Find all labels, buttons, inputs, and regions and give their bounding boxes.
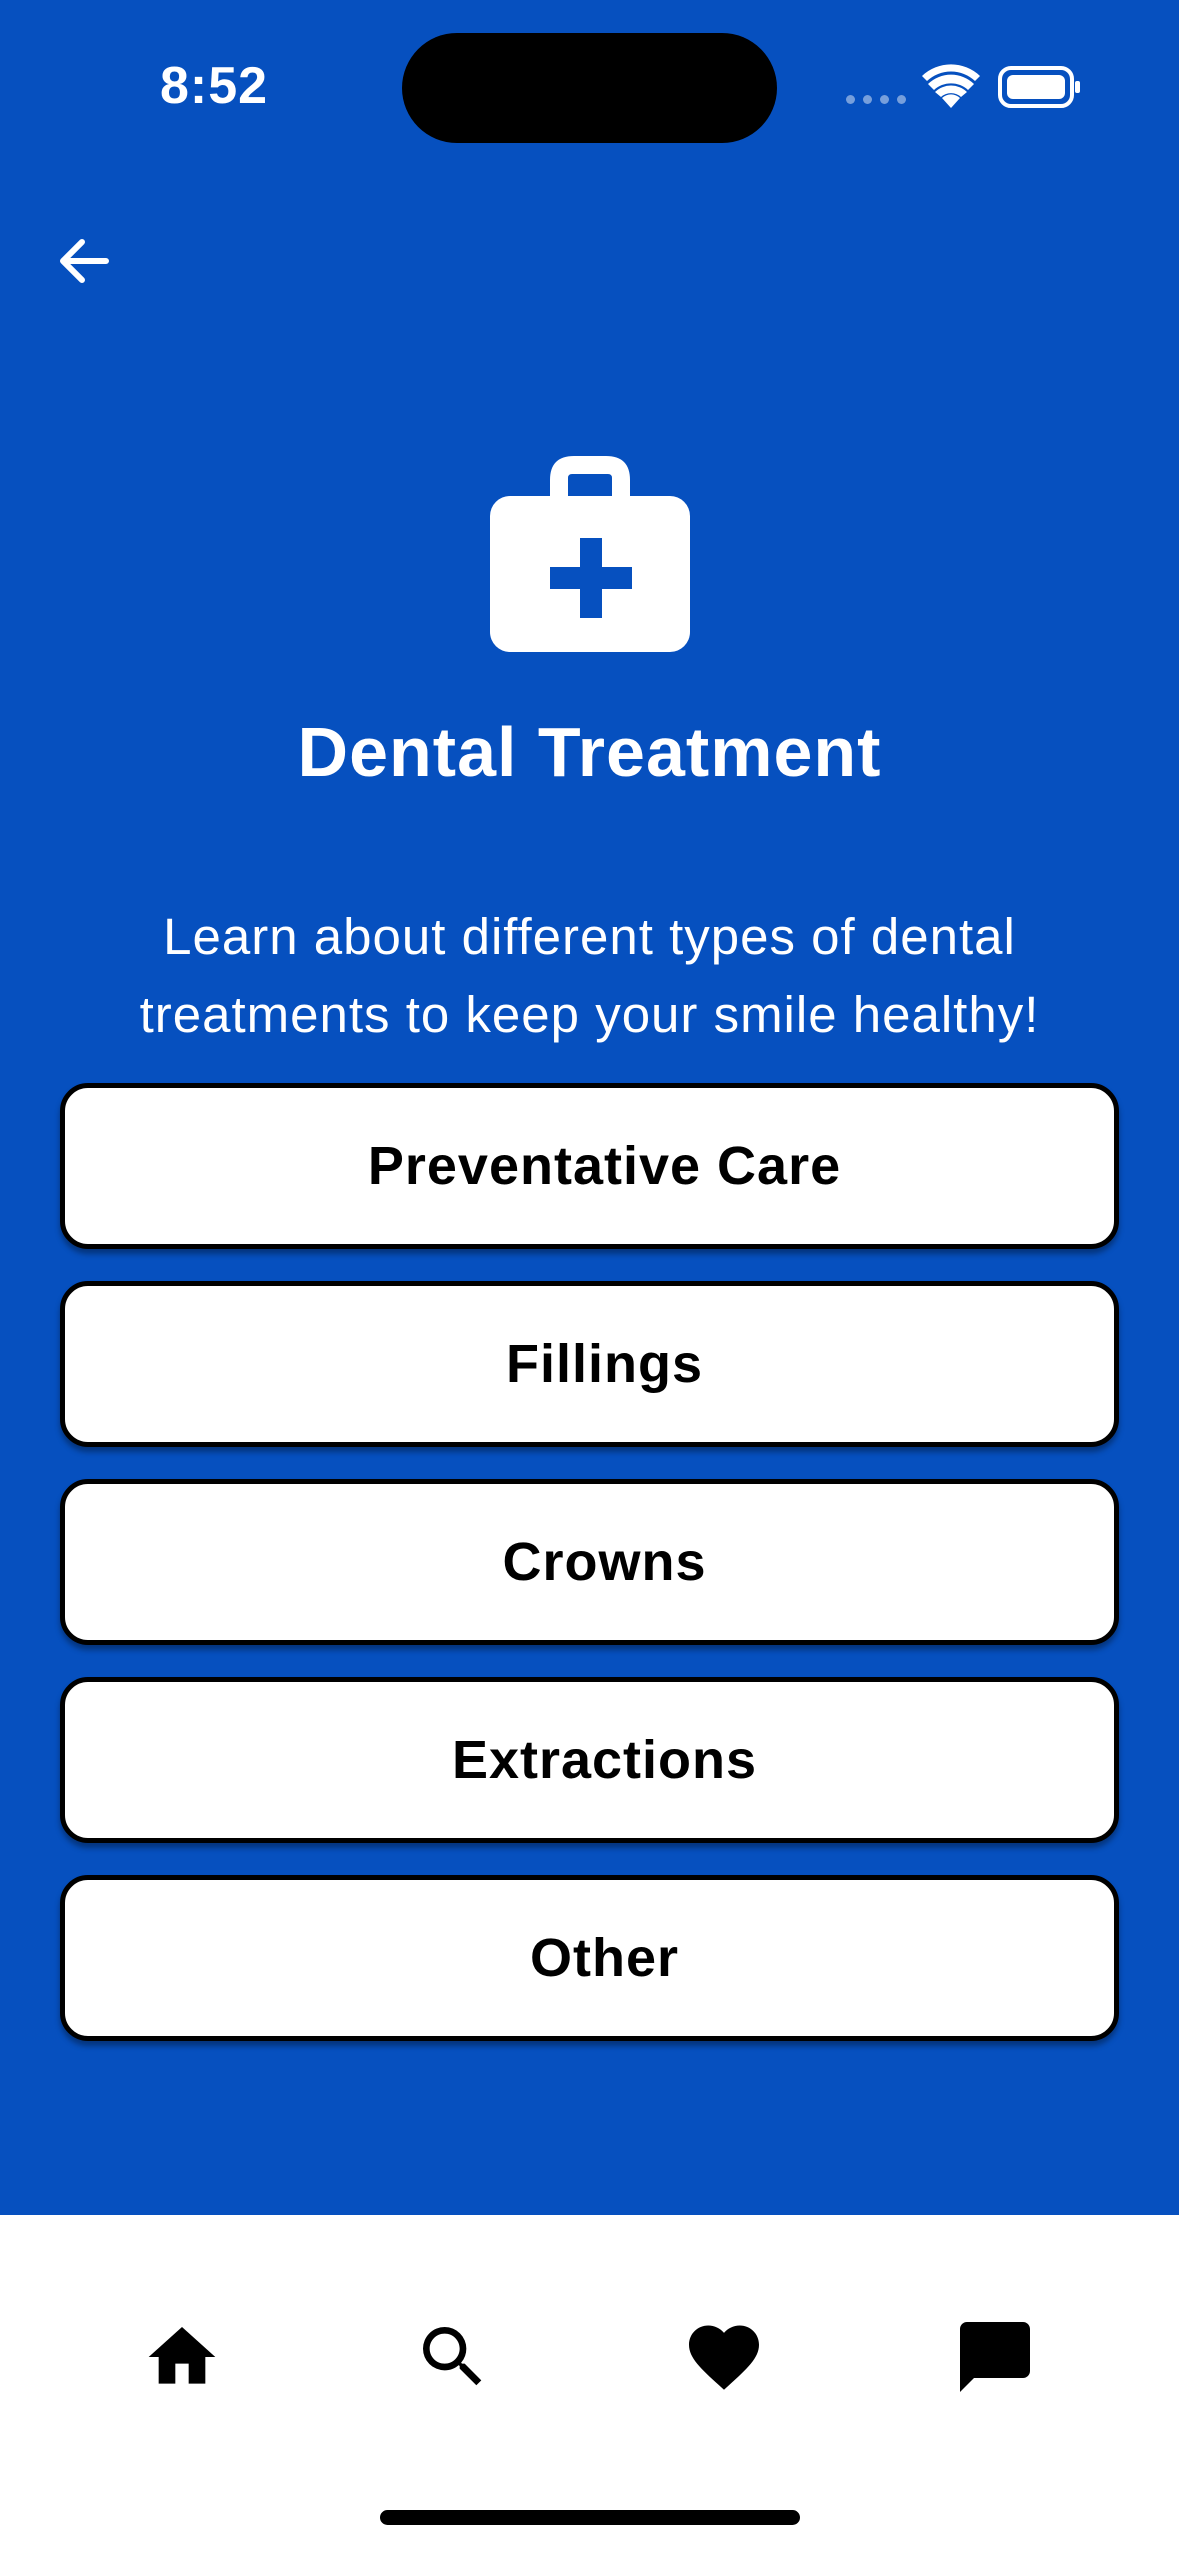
option-label: Other xyxy=(529,1928,680,1988)
page-title: Dental Treatment xyxy=(297,713,882,791)
main-content: 8:52 Dental Treatment Learn about differ… xyxy=(0,0,1179,2215)
nav-messages[interactable] xyxy=(945,2307,1045,2407)
wifi-icon xyxy=(922,64,980,108)
bottom-navigation xyxy=(0,2215,1179,2556)
fillings-button[interactable]: Fillings xyxy=(60,1281,1119,1447)
option-label: Crowns xyxy=(502,1532,707,1592)
dynamic-island xyxy=(402,33,777,143)
medical-kit-icon xyxy=(490,456,690,652)
status-time: 8:52 xyxy=(160,57,269,115)
battery-icon xyxy=(998,66,1080,108)
other-button[interactable]: Other xyxy=(60,1875,1119,2041)
preventative-care-button[interactable]: Preventative Care xyxy=(60,1083,1119,1249)
back-button[interactable] xyxy=(48,225,120,297)
nav-favorites[interactable] xyxy=(674,2307,774,2407)
chat-icon xyxy=(960,2322,1030,2392)
crowns-button[interactable]: Crowns xyxy=(60,1479,1119,1645)
nav-search[interactable] xyxy=(403,2307,503,2407)
intro-description: Learn about different types of dental tr… xyxy=(139,908,1040,1043)
option-label: Extractions xyxy=(451,1730,758,1790)
arrow-left-icon xyxy=(60,239,109,283)
option-label: Preventative Care xyxy=(367,1136,842,1196)
cellular-signal-icon xyxy=(846,95,906,104)
treatment-options-list: Preventative Care Fillings Crowns Extrac… xyxy=(60,1083,1119,2073)
search-icon xyxy=(423,2327,482,2386)
heart-icon xyxy=(689,2325,759,2390)
home-icon xyxy=(148,2327,216,2384)
option-label: Fillings xyxy=(506,1334,703,1394)
extractions-button[interactable]: Extractions xyxy=(60,1677,1119,1843)
screen: 8:52 Dental Treatment Learn about differ… xyxy=(0,0,1179,2556)
home-indicator[interactable] xyxy=(380,2510,800,2525)
nav-home[interactable] xyxy=(132,2307,232,2407)
